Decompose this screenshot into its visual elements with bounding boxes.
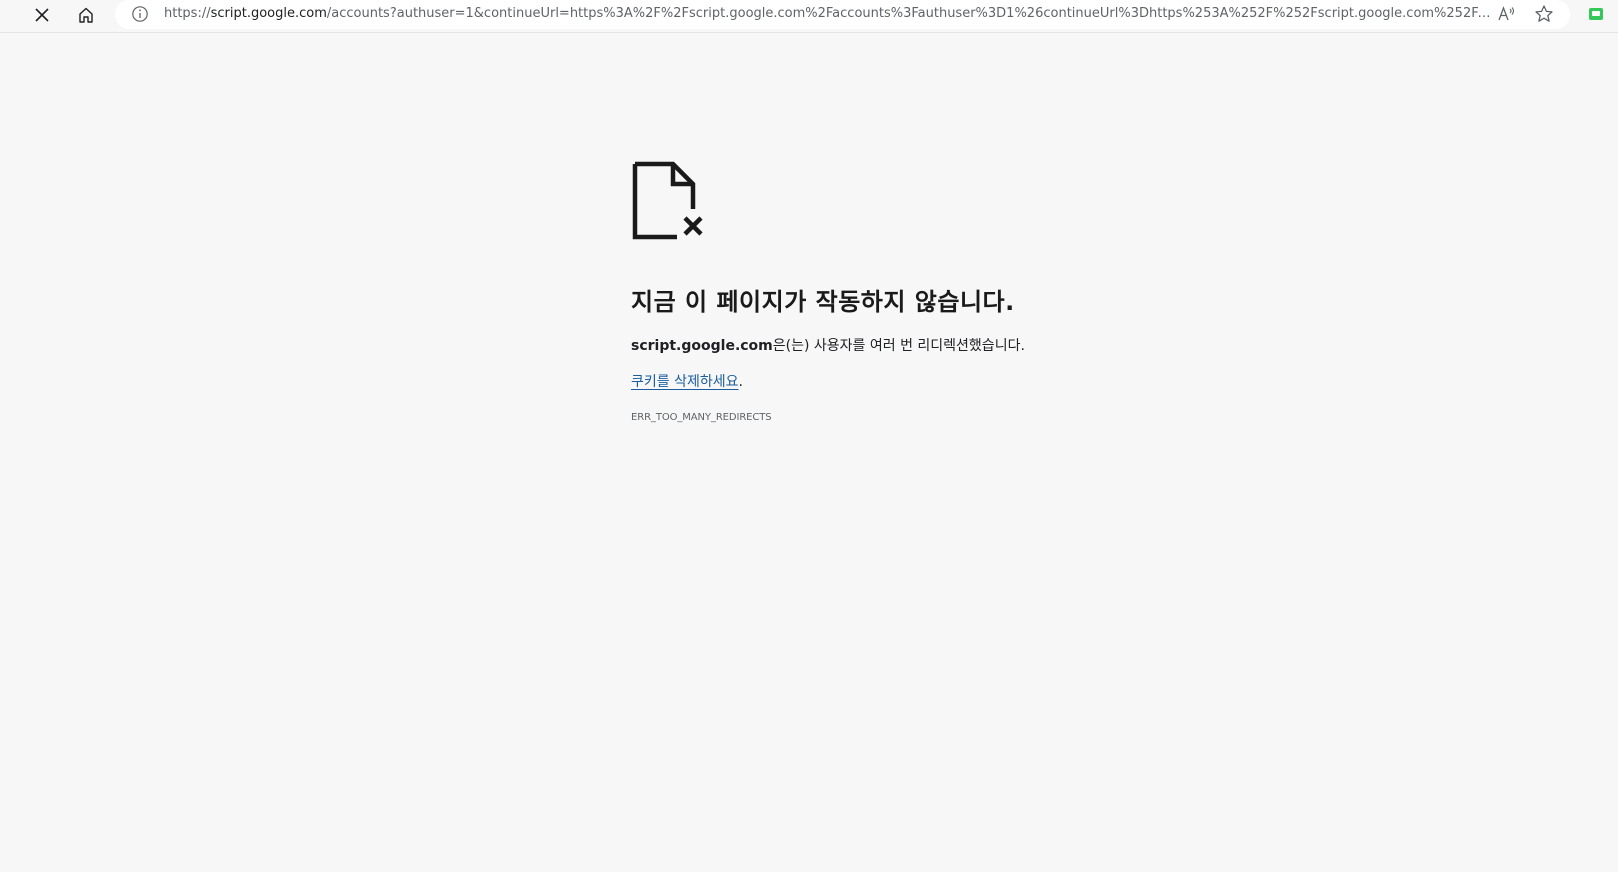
star-icon[interactable]	[1533, 4, 1555, 24]
url-rest: /accounts?authuser=1&continueUrl=https%3…	[326, 6, 1492, 21]
home-button[interactable]	[70, 0, 102, 30]
error-title: 지금 이 페이지가 작동하지 않습니다.	[631, 288, 1015, 316]
error-suggestion: 쿠키를 삭제하세요.	[631, 372, 1331, 392]
stop-loading-button[interactable]	[26, 0, 58, 30]
clear-cookies-link[interactable]: 쿠키를 삭제하세요	[631, 374, 739, 390]
error-code: ERR_TOO_MANY_REDIRECTS	[631, 412, 772, 423]
error-host: script.google.com	[631, 338, 773, 354]
error-description-text: 은(는) 사용자를 여러 번 리디렉션했습니다.	[772, 338, 1025, 354]
error-description: script.google.com은(는) 사용자를 여러 번 리디렉션했습니다…	[631, 336, 1331, 356]
browser-toolbar: https://script.google.com/accounts?authu…	[0, 0, 1618, 33]
close-icon	[35, 8, 49, 22]
read-aloud-icon	[1498, 6, 1515, 21]
link-suffix: .	[738, 374, 743, 390]
url-text[interactable]: https://script.google.com/accounts?authu…	[164, 6, 1492, 22]
extension-icon[interactable]	[1588, 7, 1604, 21]
info-icon[interactable]	[131, 5, 149, 23]
url-prefix: https://	[164, 6, 211, 21]
home-icon	[79, 7, 93, 23]
read-aloud-button[interactable]	[1496, 4, 1518, 24]
broken-page-icon	[632, 161, 703, 240]
error-content: 지금 이 페이지가 작동하지 않습니다. script.google.com은(…	[631, 160, 1331, 425]
url-host: script.google.com	[210, 6, 327, 21]
address-bar[interactable]: https://script.google.com/accounts?authu…	[115, 0, 1570, 29]
